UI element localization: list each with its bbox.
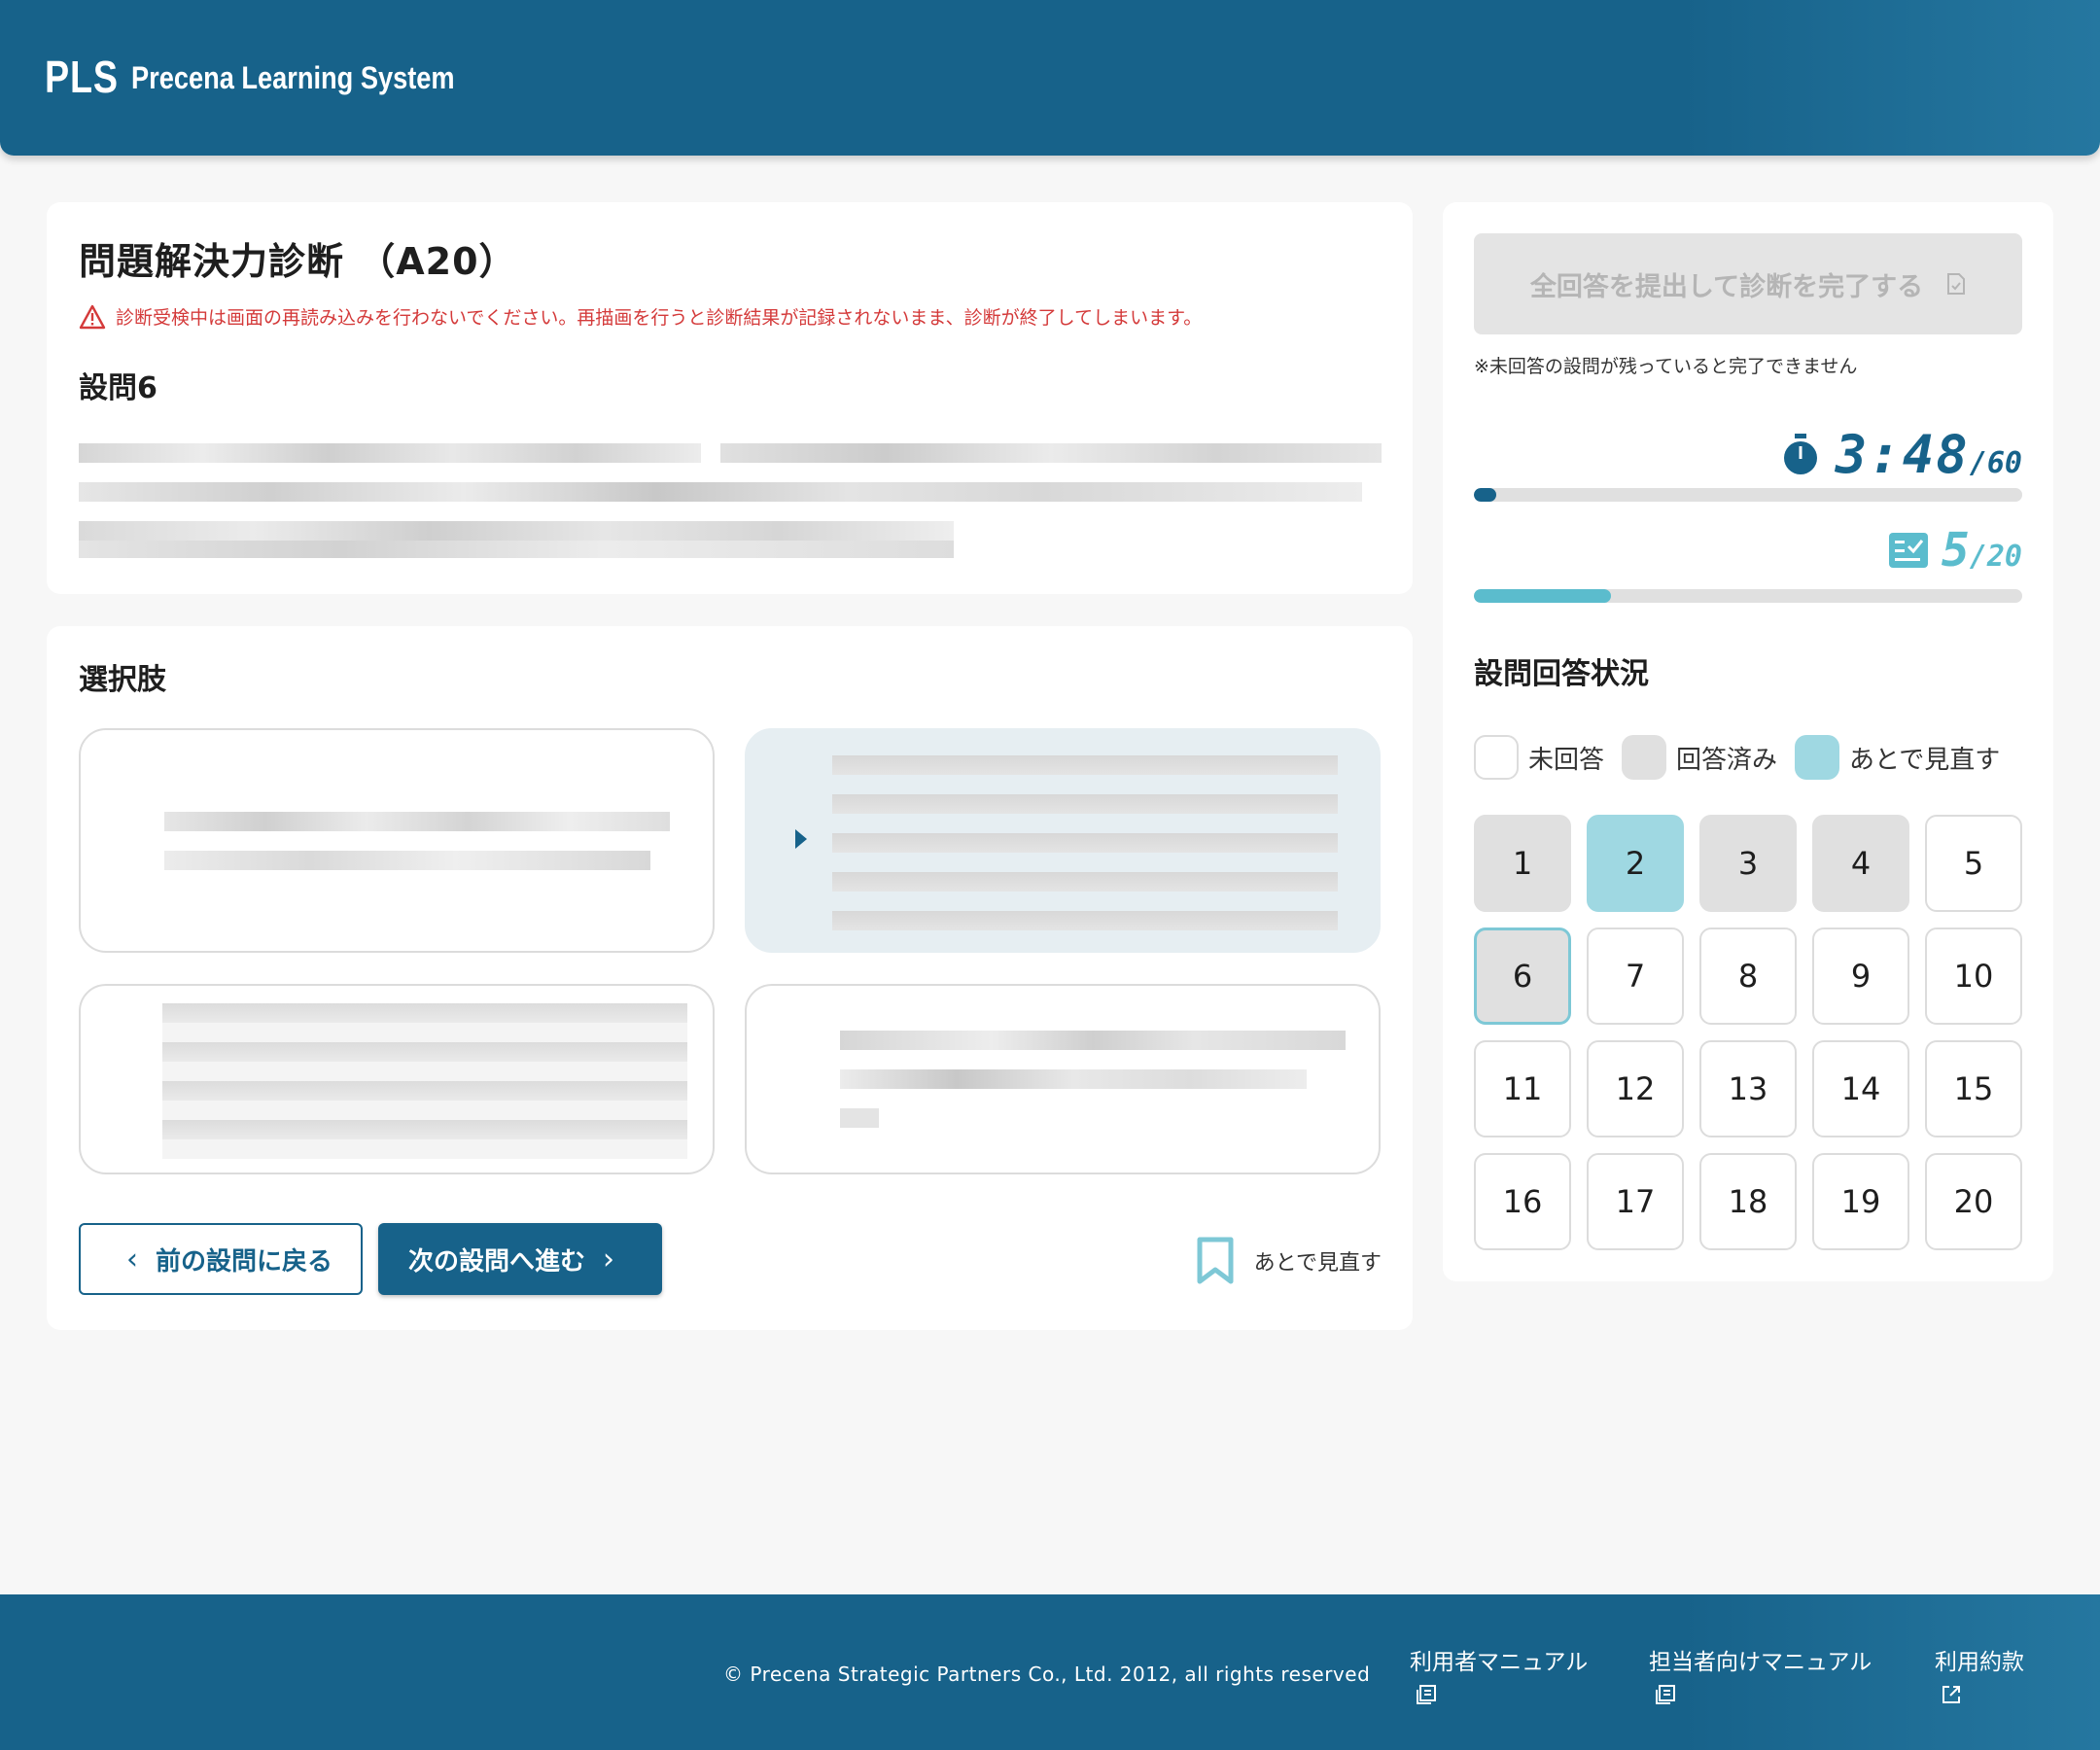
manual-icon [1417, 1685, 1436, 1704]
legend-answered-swatch [1622, 735, 1667, 780]
chevron-left-icon: ‹ [125, 1242, 138, 1277]
page-title: 問題解決力診断 （A20） [79, 240, 517, 283]
legend-answered: 回答済み [1622, 735, 1777, 780]
legend-unanswered: 未回答 [1474, 735, 1604, 780]
question-cell-7[interactable]: 7 [1587, 928, 1684, 1025]
bookmark-icon [1197, 1237, 1234, 1284]
answered-total: /20 [1969, 540, 2022, 574]
question-cell-16[interactable]: 16 [1474, 1153, 1571, 1250]
review-later-toggle[interactable]: あとで見直す [1196, 1237, 1382, 1285]
question-card: 問題解決力診断 （A20） 診断受検中は画面の再読み込みを行わないでください。再… [47, 202, 1413, 594]
question-cell-6[interactable]: 6 [1474, 928, 1571, 1025]
legend-review-label: あとで見直す [1849, 745, 2001, 775]
answer-status-heading: 設問回答状況 [1474, 657, 1649, 691]
question-cell-5[interactable]: 5 [1925, 815, 2022, 912]
option-1[interactable] [79, 728, 715, 953]
question-number: 設問6 [79, 371, 158, 405]
question-cell-8[interactable]: 8 [1699, 928, 1797, 1025]
answered-progress-fill [1474, 589, 1611, 603]
next-question-button[interactable]: 次の設問へ進む › [378, 1223, 662, 1295]
external-link-icon [1942, 1686, 1960, 1703]
answered-progress-bar [1474, 589, 2022, 603]
checklist-icon [1888, 533, 1928, 568]
logo-text: Precena Learning System [131, 60, 455, 95]
footer-link-user-manual[interactable]: 利用者マニュアル [1410, 1643, 1588, 1705]
review-later-label: あとで見直す [1253, 1251, 1382, 1276]
warning-icon [79, 304, 106, 329]
warning-text: 診断受検中は画面の再読み込みを行わないでください。再描画を行うと診断結果が記録さ… [116, 307, 1203, 329]
legend-unanswered-label: 未回答 [1528, 745, 1605, 775]
legend-answered-label: 回答済み [1676, 745, 1778, 775]
legend-unanswered-swatch [1474, 735, 1519, 780]
footer-link-user-manual-label: 利用者マニュアル [1410, 1650, 1589, 1675]
option-1-text-redacted [164, 812, 670, 831]
answered-count: 5 [1941, 523, 1970, 578]
footer-link-terms-label: 利用約款 [1935, 1650, 2024, 1675]
footer-link-admin-manual-label: 担当者向けマニュアル [1649, 1650, 1872, 1675]
manual-icon [1656, 1685, 1675, 1704]
timer-progress-fill [1474, 488, 1496, 502]
question-cell-3[interactable]: 3 [1699, 815, 1797, 912]
option-3-text-redacted [162, 1003, 687, 1159]
question-cell-12[interactable]: 12 [1587, 1040, 1684, 1138]
question-cell-20[interactable]: 20 [1925, 1153, 2022, 1250]
question-cell-2[interactable]: 2 [1587, 815, 1684, 912]
submit-note: ※未回答の設問が残っていると完了できません [1474, 356, 1858, 377]
question-cell-17[interactable]: 17 [1587, 1153, 1684, 1250]
question-cell-9[interactable]: 9 [1812, 928, 1909, 1025]
option-4-text-redacted-2 [840, 1069, 1307, 1089]
selected-indicator-icon [795, 829, 807, 849]
question-text-redacted [79, 443, 1382, 579]
option-2[interactable] [745, 728, 1381, 953]
copyright-text: © Precena Strategic Partners Co., Ltd. 2… [723, 1662, 1371, 1686]
chevron-right-icon: › [603, 1242, 614, 1277]
option-1-text-redacted-2 [164, 851, 650, 870]
prev-question-label: 前の設問に戻る [155, 1246, 332, 1277]
timer-readout: 3:48 /60 [1781, 424, 2022, 485]
option-3[interactable] [79, 984, 715, 1174]
option-4[interactable] [745, 984, 1381, 1174]
status-legend: 未回答 回答済み あとで見直す [1474, 735, 2017, 780]
question-cell-1[interactable]: 1 [1474, 815, 1571, 912]
sidebar-card: 全回答を提出して診断を完了する ※未回答の設問が残っていると完了できません 3:… [1443, 202, 2053, 1281]
question-cell-4[interactable]: 4 [1812, 815, 1909, 912]
option-2-text-redacted [832, 755, 1338, 930]
timer-total: /60 [1969, 446, 2022, 480]
submit-all-button[interactable]: 全回答を提出して診断を完了する [1474, 233, 2022, 334]
question-cell-19[interactable]: 19 [1812, 1153, 1909, 1250]
footer-link-admin-manual[interactable]: 担当者向けマニュアル [1649, 1643, 1872, 1705]
question-grid: 1 2 3 4 5 6 7 8 9 10 11 12 13 14 15 16 17 18 19 20 [1474, 815, 2022, 1250]
footer-link-terms[interactable]: 利用約款 [1935, 1643, 2024, 1705]
question-cell-10[interactable]: 10 [1925, 928, 2022, 1025]
next-question-label: 次の設問へ進む [407, 1246, 585, 1277]
option-4-text-redacted-3 [840, 1108, 879, 1128]
options-heading: 選択肢 [79, 663, 166, 697]
document-check-icon [1947, 273, 1966, 295]
app-footer: © Precena Strategic Partners Co., Ltd. 2… [0, 1594, 2100, 1750]
stopwatch-icon [1783, 433, 1817, 474]
legend-review-swatch [1795, 735, 1840, 780]
answered-count-readout: 5 /20 [1888, 523, 2022, 578]
reload-warning: 診断受検中は画面の再読み込みを行わないでください。再描画を行うと診断結果が記録さ… [79, 303, 1202, 330]
option-4-text-redacted [840, 1031, 1346, 1050]
legend-review: あとで見直す [1795, 735, 2000, 780]
question-cell-11[interactable]: 11 [1474, 1040, 1571, 1138]
logo-mark[interactable]: PLS [45, 51, 119, 103]
timer-value: 3:48 [1835, 424, 1970, 485]
timer-progress-bar [1474, 488, 2022, 502]
question-cell-14[interactable]: 14 [1812, 1040, 1909, 1138]
options-card: 選択肢 ‹ 前の設問に戻る 次の設問へ進む › あとで見直す [47, 626, 1413, 1330]
question-cell-15[interactable]: 15 [1925, 1040, 2022, 1138]
submit-all-label: 全回答を提出して診断を完了する [1529, 271, 1924, 302]
prev-question-button[interactable]: ‹ 前の設問に戻る [79, 1223, 363, 1295]
question-cell-18[interactable]: 18 [1699, 1153, 1797, 1250]
app-header: PLS Precena Learning System [0, 0, 2100, 156]
question-cell-13[interactable]: 13 [1699, 1040, 1797, 1138]
